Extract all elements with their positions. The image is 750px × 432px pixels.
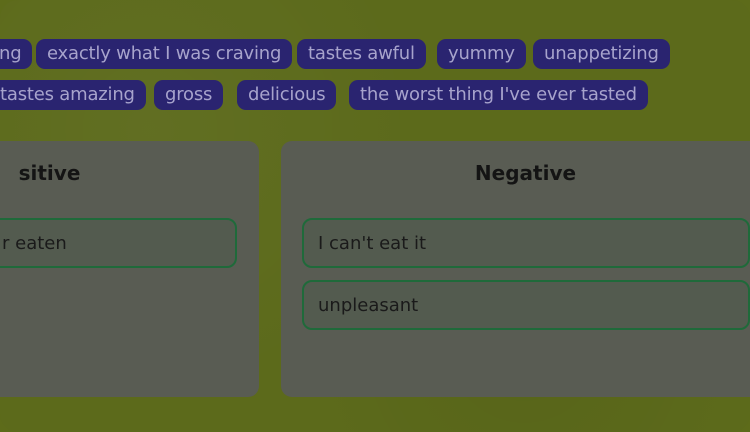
word-chip[interactable]: the worst thing I've ever tasted [349, 80, 648, 110]
word-chip[interactable]: exactly what I was craving [36, 39, 293, 69]
positive-bucket[interactable]: sitive r eaten [0, 141, 259, 397]
negative-bucket[interactable]: Negative I can't eat it unpleasant [281, 141, 750, 397]
sorted-item[interactable]: r eaten [0, 218, 237, 268]
sorted-item[interactable]: I can't eat it [302, 218, 750, 268]
word-chip[interactable]: tastes awful [297, 39, 426, 69]
sorted-item[interactable]: unpleasant [302, 280, 750, 330]
word-chip[interactable]: unappetizing [533, 39, 670, 69]
word-chip[interactable]: ng [0, 39, 33, 69]
word-chip[interactable]: yummy [437, 39, 526, 69]
word-chip[interactable]: gross [154, 80, 224, 110]
negative-bucket-title: Negative [474, 161, 577, 185]
sorting-activity: ng exactly what I was craving tastes awf… [0, 0, 750, 432]
word-chip[interactable]: tastes amazing [0, 80, 146, 110]
word-chip[interactable]: delicious [237, 80, 337, 110]
positive-bucket-title: sitive [18, 161, 81, 185]
